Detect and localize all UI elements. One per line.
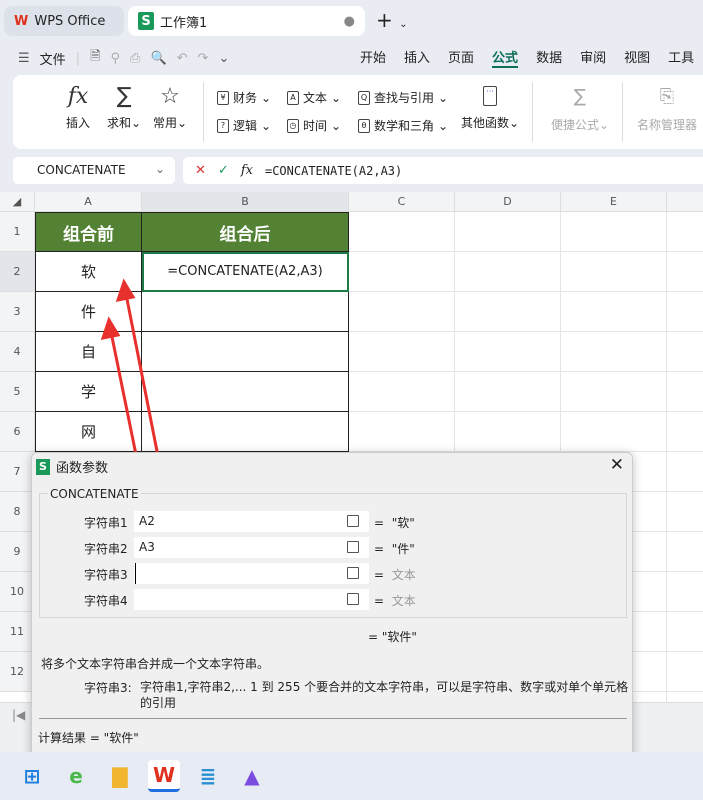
arg-row-4: 字符串4 = 文本 [32,589,592,611]
range-picker-icon[interactable] [347,515,359,527]
close-icon[interactable]: ✕ [610,455,624,475]
photos-icon[interactable]: ▲ [236,760,268,792]
arg-result: = 文本 [374,568,416,582]
sheet-logo-icon: S [36,458,50,475]
arg-label: 字符串3 [84,568,128,582]
arg-result: = "件" [374,542,415,556]
arg-row-3: 字符串3 = 文本 [32,563,592,585]
arg-description: 字符串1,字符串2,... 1 到 255 个要合并的文本字符串，可以是字符串、… [140,680,629,710]
arg-row-1: 字符串1 A2 = "软" [32,511,592,533]
arg-input-3[interactable] [134,563,369,584]
arg-input-4[interactable] [134,589,369,610]
wps-taskbar-icon[interactable]: W [148,760,180,792]
arg-label: 字符串2 [84,542,128,556]
arg-input-1[interactable]: A2 [134,511,369,532]
arg-label: 字符串1 [84,516,128,530]
range-picker-icon[interactable] [347,541,359,553]
calc-result: 计算结果 = "软件" [38,731,139,745]
range-picker-icon[interactable] [347,593,359,605]
arrow-head-2 [100,316,121,340]
function-arguments-dialog: S 函数参数 ✕ CONCATENATE 字符串1 A2 = "软" 字符串2 A3… [31,452,633,772]
browser-icon[interactable]: e [60,760,92,792]
arg-row-2: 字符串2 A3 = "件" [32,537,592,559]
arg-input-2[interactable]: A3 [134,537,369,558]
total-result: = "软件" [368,630,417,644]
range-picker-icon[interactable] [347,567,359,579]
arrow-head-1 [115,278,136,302]
start-icon[interactable]: ⊞ [16,760,48,792]
arg-result: = "软" [374,516,415,530]
function-name: CONCATENATE [48,487,141,501]
dialog-title: 函数参数 [56,461,109,476]
first-sheet-icon[interactable]: |◀ [12,708,25,722]
file-explorer-icon[interactable]: ▇ [104,760,136,792]
arg-result: = 文本 [374,594,416,608]
notepad-icon[interactable]: ≣ [192,760,224,792]
function-description: 将多个文本字符串合并成一个文本字符串。 [41,657,270,671]
arg-name: 字符串3: [84,681,132,695]
arg-label: 字符串4 [84,594,128,608]
taskbar: ⊞ e ▇ W ≣ ▲ [0,752,703,800]
